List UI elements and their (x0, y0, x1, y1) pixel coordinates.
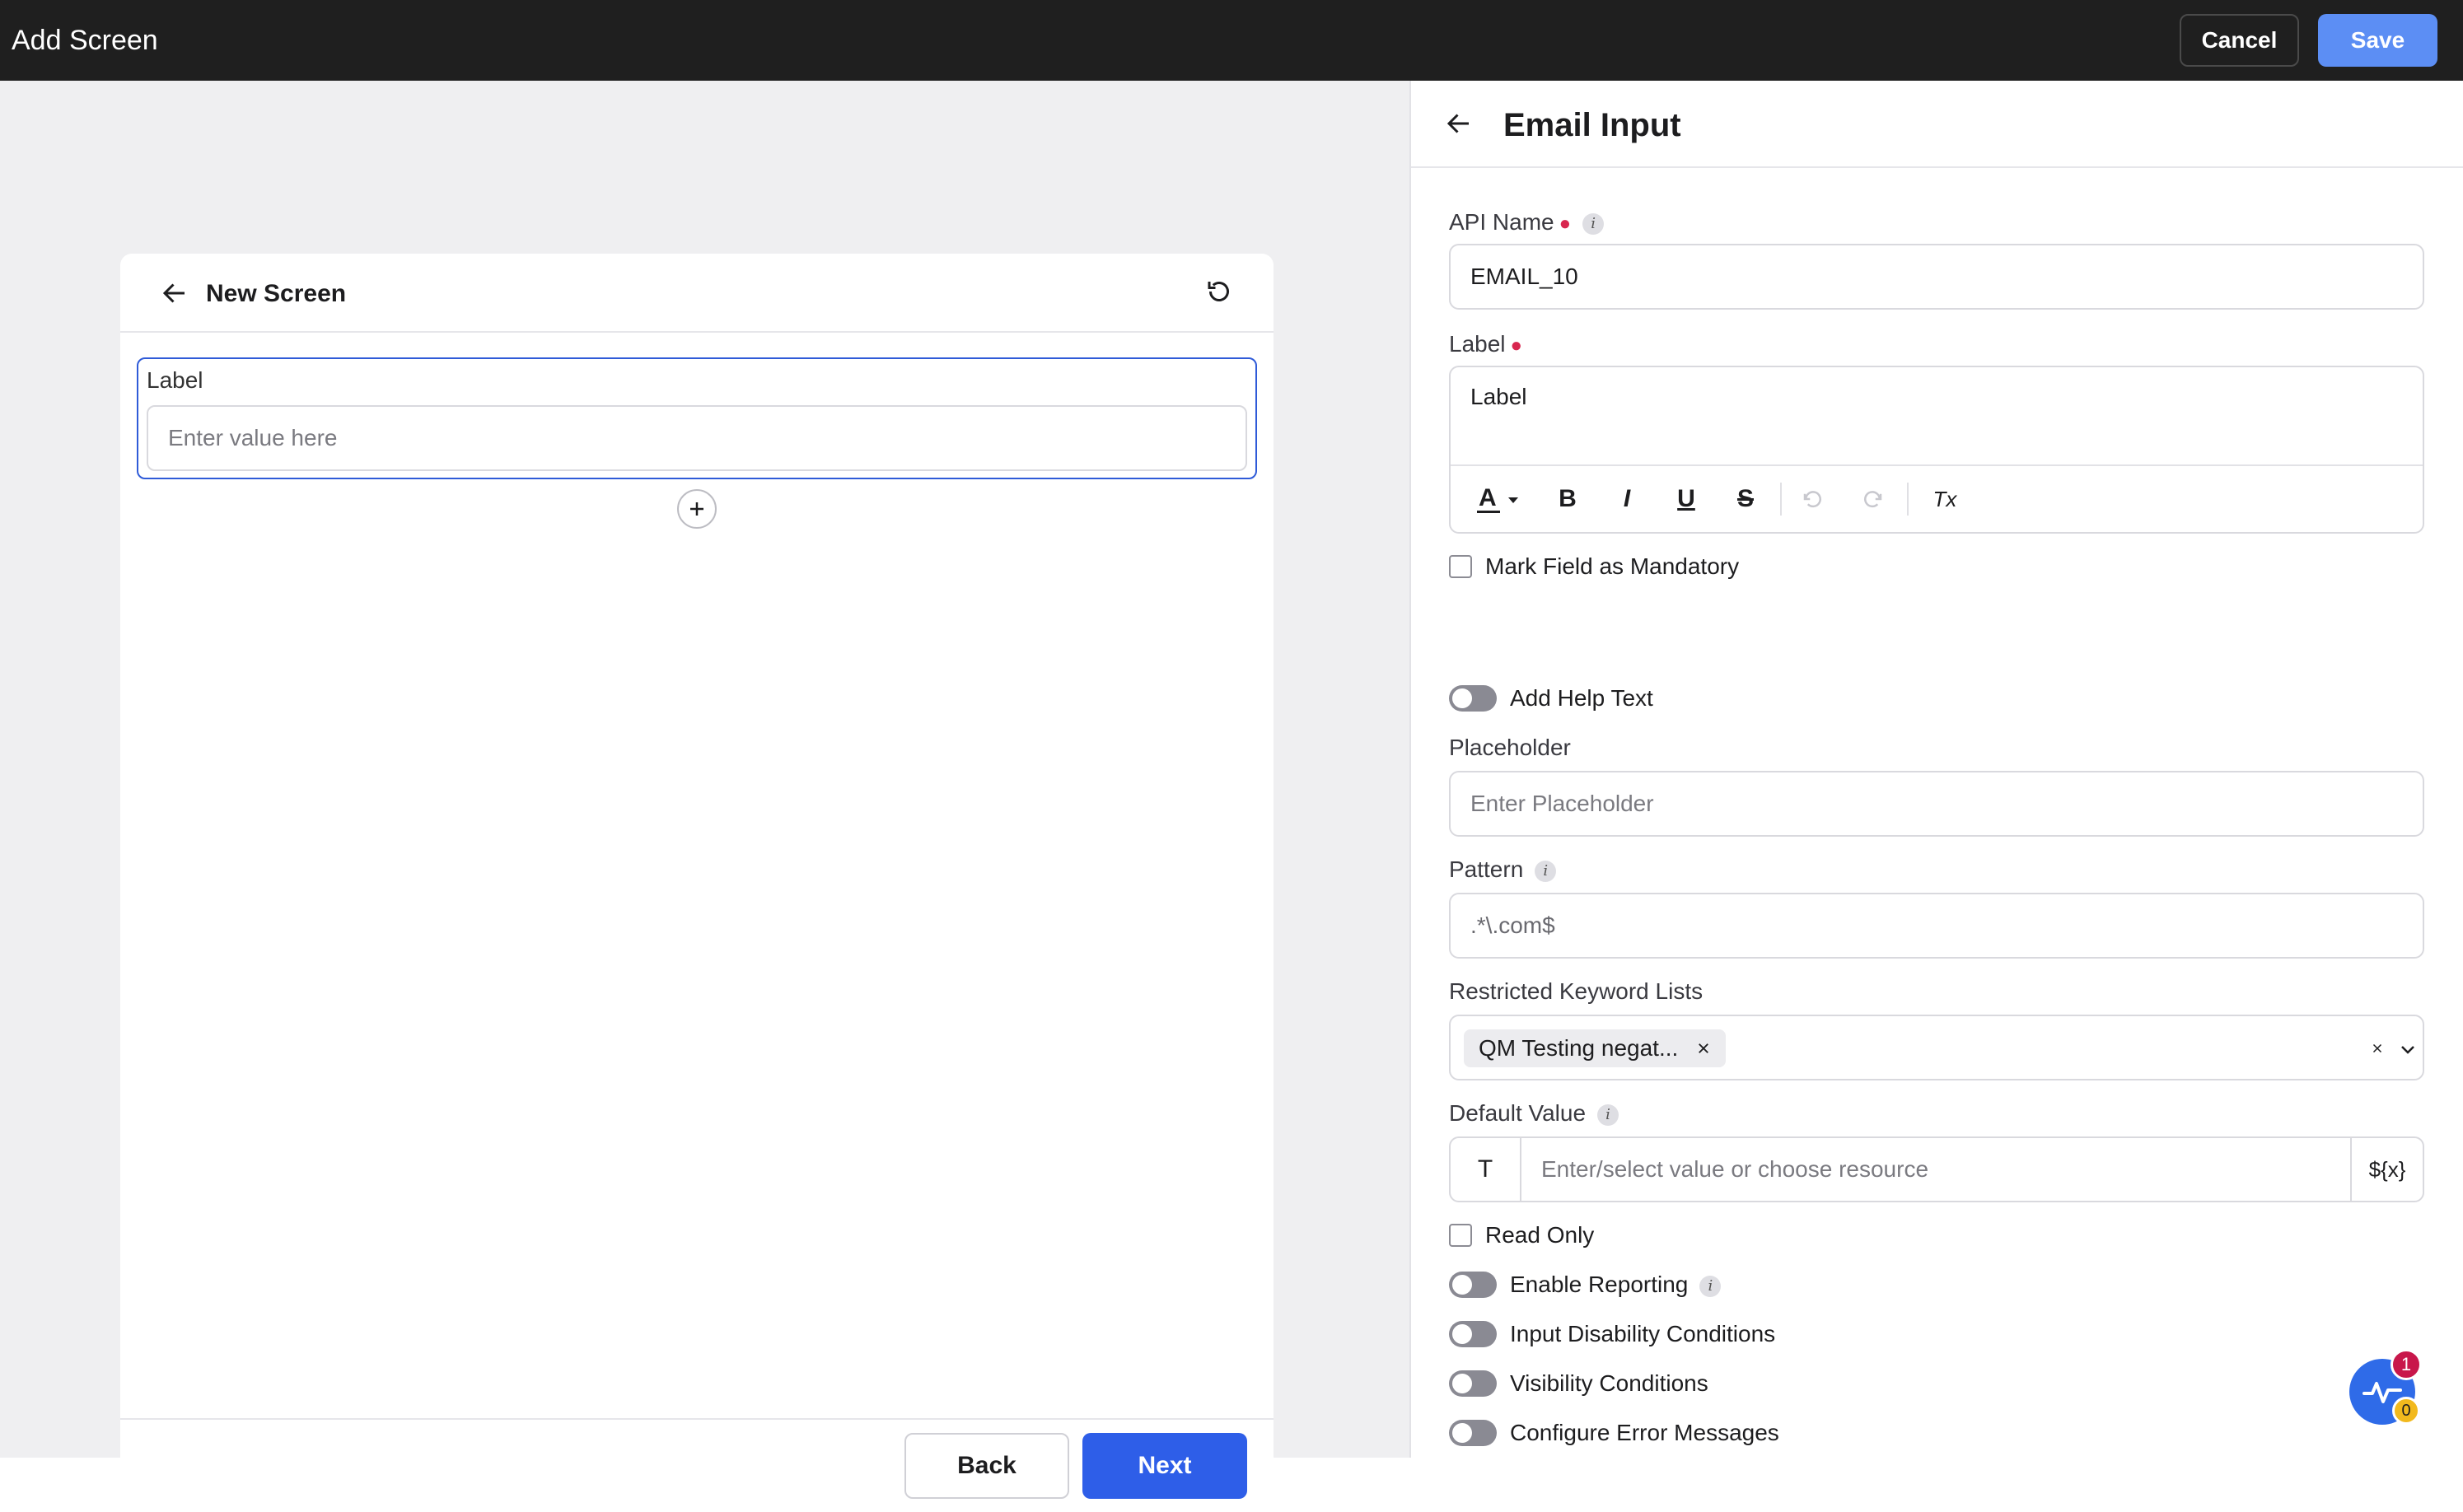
preview-title: New Screen (206, 280, 347, 307)
page-title: Add Screen (12, 25, 158, 56)
mandatory-label: Mark Field as Mandatory (1485, 553, 1740, 579)
label-label: Label ● (1449, 331, 1522, 357)
save-button[interactable]: Save (2318, 14, 2437, 67)
back-arrow-icon[interactable] (1444, 109, 1474, 138)
cancel-button[interactable]: Cancel (2180, 14, 2299, 67)
add-field-button[interactable] (677, 489, 717, 529)
help-text-label: Add Help Text (1510, 685, 1653, 711)
info-icon[interactable]: i (1582, 212, 1605, 235)
read-only-checkbox[interactable] (1449, 1224, 1472, 1247)
label-label-text: Label (1449, 331, 1506, 357)
warning-badge: 0 (2392, 1397, 2420, 1425)
default-value-label: Default Value i (1449, 1100, 1619, 1127)
help-text-toggle[interactable] (1449, 685, 1497, 712)
panel-title: Email Input (1503, 107, 1681, 143)
default-value-field: T Enter/select value or choose resource … (1449, 1136, 2424, 1202)
chevron-down-icon[interactable] (2398, 1039, 2418, 1059)
back-button[interactable]: Back (904, 1433, 1069, 1499)
divider (1411, 166, 2463, 168)
enable-reporting-toggle[interactable] (1449, 1272, 1497, 1298)
default-value-label-text: Default Value (1449, 1100, 1587, 1126)
pattern-label: Pattern i (1449, 856, 1557, 883)
text-color-icon: A (1477, 484, 1518, 513)
divider (1780, 483, 1782, 516)
clear-format-button[interactable]: Tx (1920, 479, 1970, 519)
chip-remove-icon[interactable] (1696, 1041, 1711, 1056)
keyword-chip[interactable]: QM Testing negat... (1464, 1029, 1727, 1067)
notification-badge: 1 (2391, 1349, 2422, 1380)
clear-icon[interactable] (2370, 1041, 2385, 1056)
required-marker: ● (1559, 212, 1572, 235)
text-color-button[interactable]: A (1474, 479, 1526, 519)
error-messages-label: Configure Error Messages (1510, 1420, 1779, 1445)
divider (1907, 483, 1909, 516)
placeholder-input[interactable]: Enter Placeholder (1449, 771, 2424, 837)
field-label: Label (147, 367, 203, 393)
preview-header: New Screen (120, 254, 1274, 333)
keyword-lists-select[interactable]: QM Testing negat... (1449, 1015, 2424, 1080)
keyword-lists-label: Restricted Keyword Lists (1449, 978, 1704, 1004)
api-name-label: API Name ● i (1449, 209, 1605, 236)
error-messages-toggle[interactable] (1449, 1420, 1497, 1446)
enable-reporting-label: Enable Reporting i (1510, 1272, 1722, 1298)
enable-reporting-text: Enable Reporting (1510, 1272, 1689, 1297)
visibility-toggle[interactable] (1449, 1370, 1497, 1397)
top-bar: Add Screen Cancel Save (0, 0, 2463, 81)
type-selector-button[interactable]: T (1451, 1138, 1521, 1201)
next-button[interactable]: Next (1082, 1433, 1247, 1499)
input-disability-toggle[interactable] (1449, 1321, 1497, 1347)
underline-button[interactable]: U (1668, 479, 1704, 519)
resource-picker-button[interactable]: ${x} (2350, 1138, 2423, 1201)
pattern-label-text: Pattern (1449, 856, 1524, 882)
default-value-input[interactable]: Enter/select value or choose resource (1541, 1156, 1928, 1183)
italic-button[interactable]: I (1609, 479, 1645, 519)
info-icon[interactable]: i (1535, 860, 1557, 882)
reset-icon[interactable] (1204, 277, 1234, 306)
svg-text:A: A (1479, 484, 1497, 511)
undo-button[interactable] (1795, 479, 1831, 519)
visibility-label: Visibility Conditions (1510, 1370, 1708, 1396)
label-rich-text-editor[interactable]: Label A B I U S Tx (1449, 366, 2424, 534)
screen-preview-card: New Screen Label Enter value here Back N… (120, 254, 1274, 1512)
info-icon[interactable]: i (1597, 1104, 1619, 1126)
placeholder-label: Placeholder (1449, 735, 1571, 760)
back-arrow-icon[interactable] (160, 278, 189, 308)
divider (120, 1418, 1274, 1420)
properties-panel: Email Input API Name ● i EMAIL_10 Label ● L… (1409, 81, 2463, 1458)
selected-field[interactable]: Label Enter value here (137, 357, 1257, 479)
read-only-label: Read Only (1485, 1222, 1595, 1248)
keyword-chip-label: QM Testing negat... (1479, 1035, 1679, 1061)
input-disability-label: Input Disability Conditions (1510, 1321, 1776, 1346)
required-marker: ● (1510, 334, 1523, 357)
divider (1451, 464, 2423, 466)
api-name-label-text: API Name (1449, 209, 1554, 235)
redo-button[interactable] (1854, 479, 1890, 519)
plus-icon (690, 502, 703, 516)
undo-icon (1803, 491, 1821, 508)
preview-email-input[interactable]: Enter value here (147, 405, 1247, 471)
label-editor-text[interactable]: Label (1470, 384, 1527, 410)
strikethrough-button[interactable]: S (1727, 479, 1764, 519)
info-icon[interactable]: i (1699, 1275, 1722, 1297)
bold-button[interactable]: B (1549, 479, 1586, 519)
api-name-input[interactable]: EMAIL_10 (1449, 244, 2424, 310)
pattern-input[interactable]: .*\.com$ (1449, 893, 2424, 959)
redo-icon (1864, 491, 1882, 508)
screen-canvas: New Screen Label Enter value here Back N… (0, 81, 1409, 1512)
mandatory-checkbox[interactable] (1449, 555, 1472, 578)
